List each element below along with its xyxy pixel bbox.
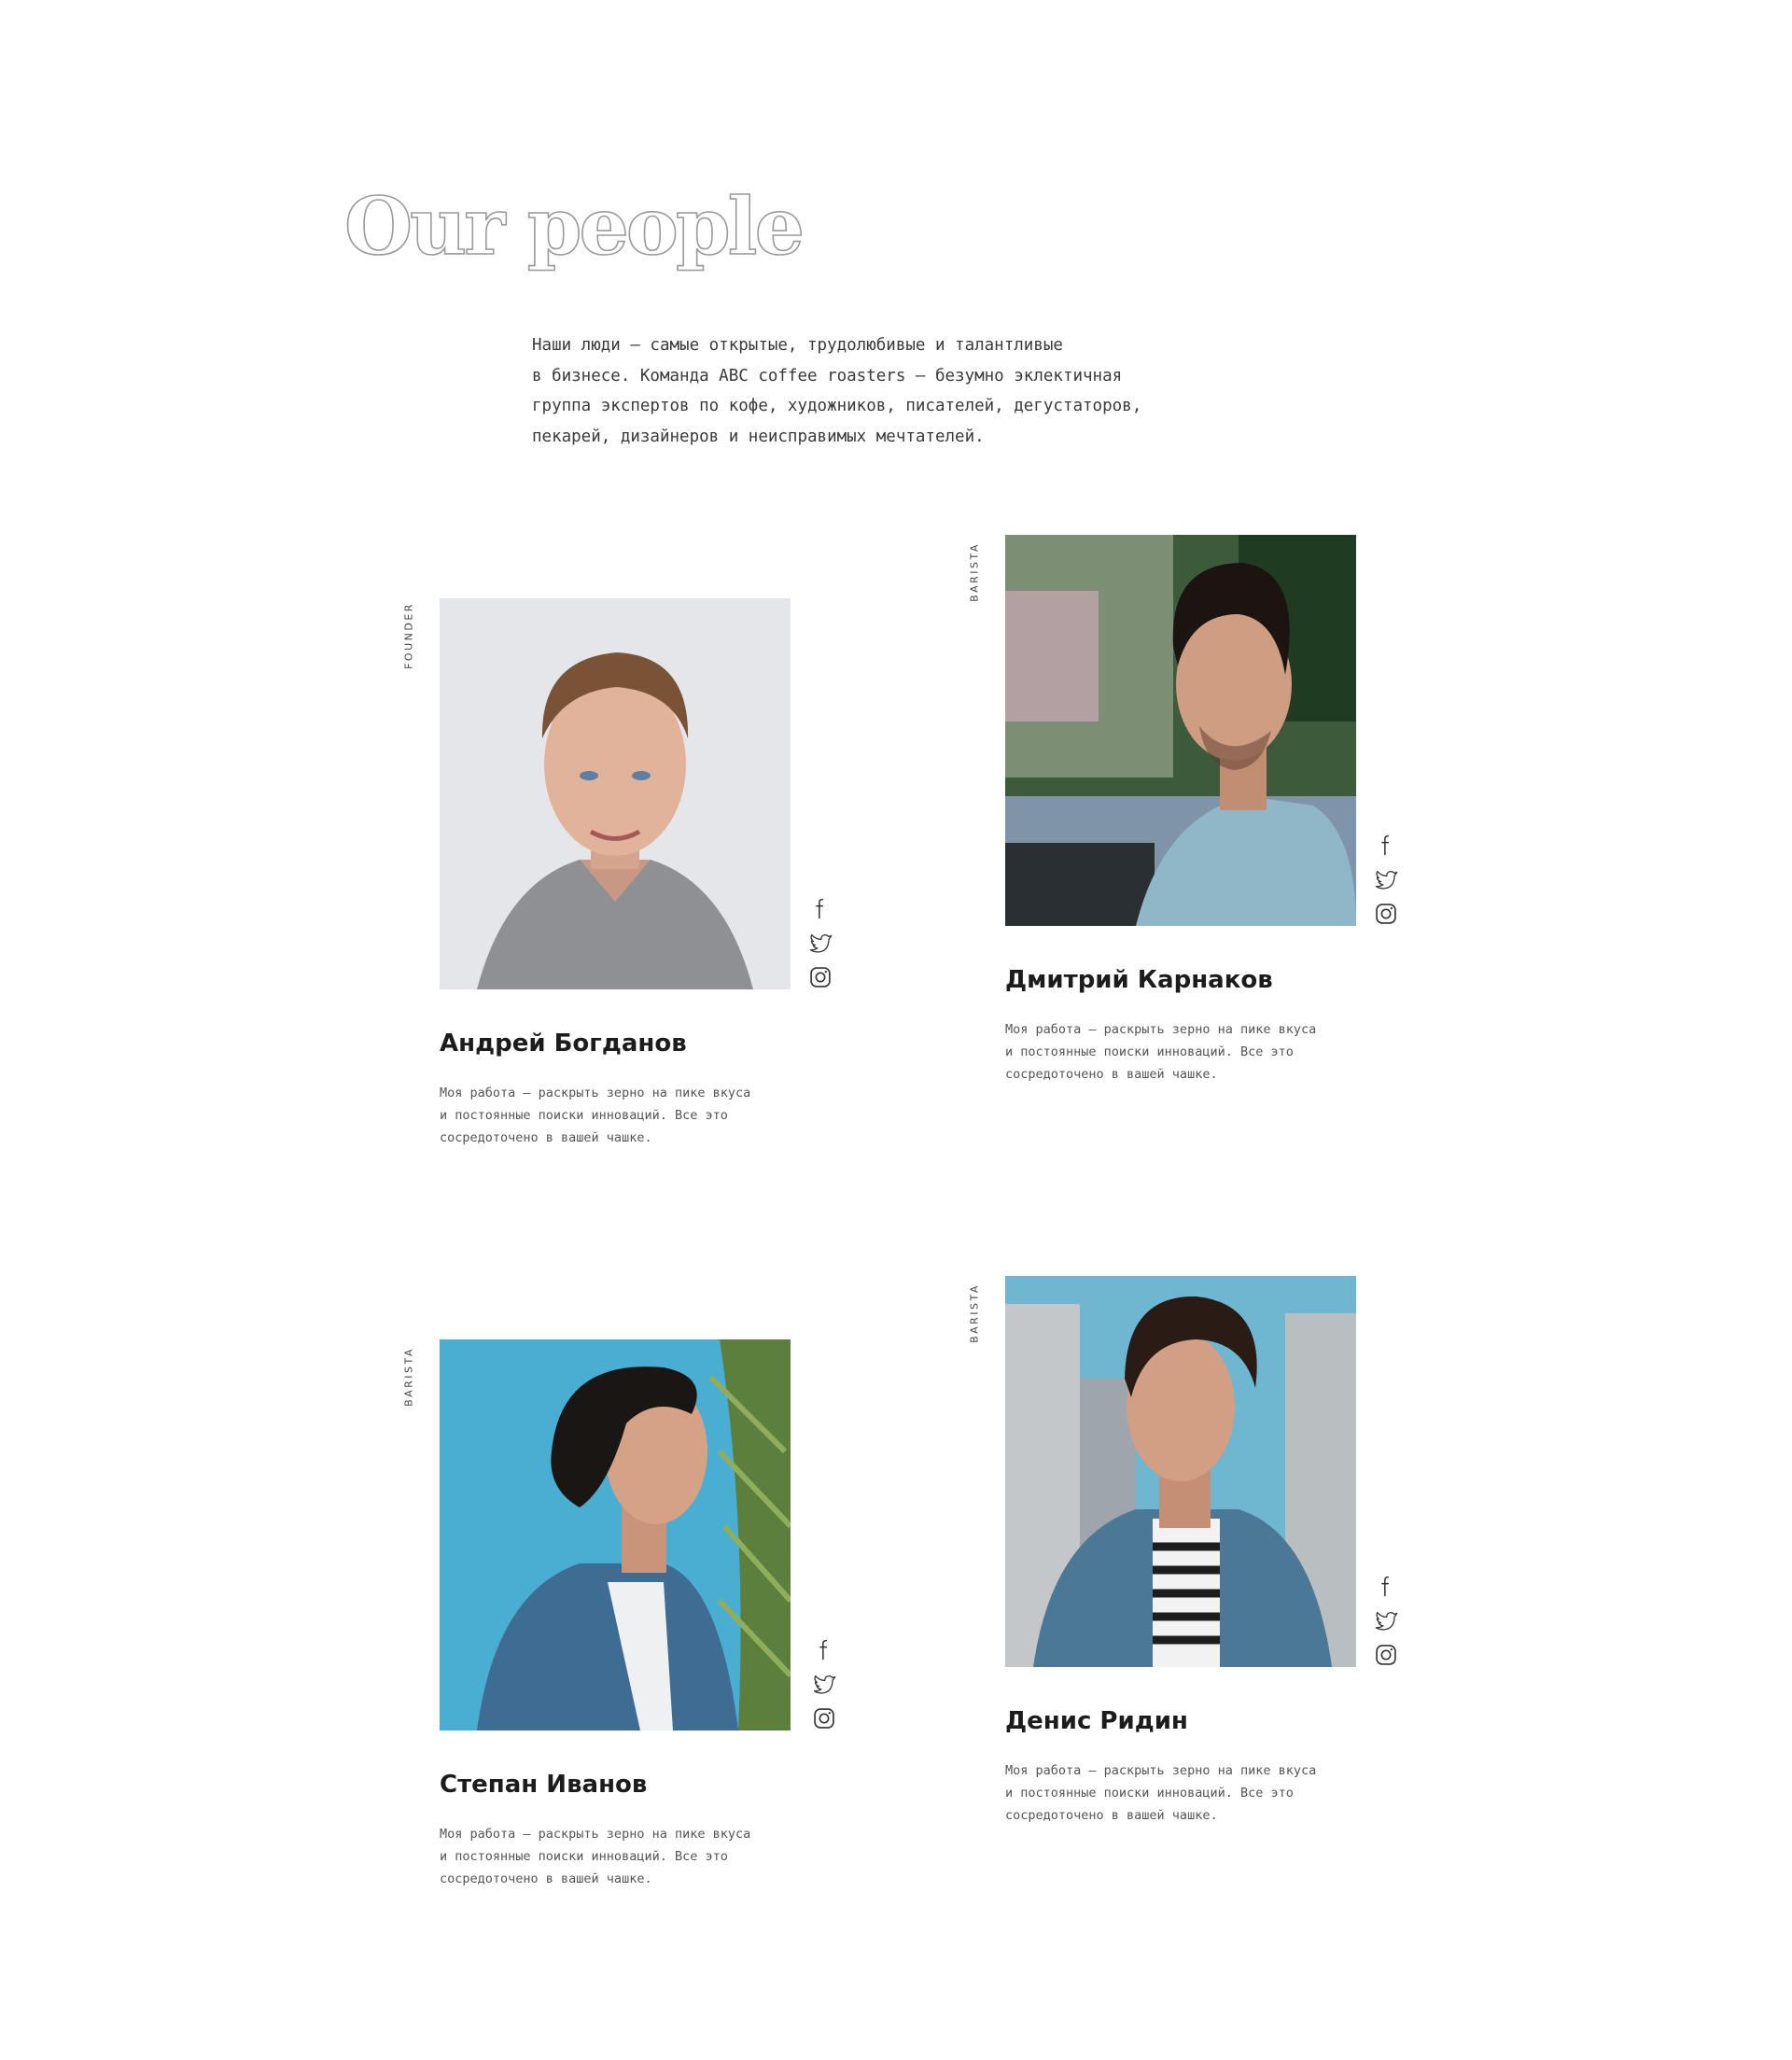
member-name: Денис Ридин: [1005, 1707, 1188, 1735]
social-links: [811, 1636, 843, 1740]
instagram-icon[interactable]: [811, 1705, 837, 1731]
social-links: [1373, 832, 1405, 935]
instagram-icon[interactable]: [1373, 901, 1399, 927]
member-name: Дмитрий Карнаков: [1005, 966, 1273, 994]
member-bio: Моя работа — раскрыть зерно на пике вкус…: [440, 1827, 751, 1886]
member-bio: Моя работа — раскрыть зерно на пике вкус…: [440, 1086, 751, 1145]
section-title: Our people: [343, 180, 805, 273]
our-people-page: Our people Наши люди — самые открытые, т…: [0, 0, 1792, 2060]
twitter-icon[interactable]: [807, 930, 833, 956]
intro-line: в бизнесе. Команда ABC coffee roasters —…: [532, 366, 1123, 385]
member-name: Андрей Богданов: [440, 1030, 687, 1058]
member-bio: Моя работа — раскрыть зерно на пике вкус…: [1005, 1022, 1317, 1082]
member-photo: [440, 1339, 791, 1731]
social-links: [1373, 1573, 1405, 1676]
member-photo: [1005, 1276, 1356, 1667]
team-card-andrey: FOUNDER Андрей Богданов Моя работа — рас…: [403, 598, 925, 1177]
social-links: [807, 895, 839, 999]
intro-line: пекарей, дизайнеров и неисправимых мечта…: [532, 427, 985, 446]
team-card-denis: BARISTA Денис Ридин Моя работа — раскрыт…: [969, 1276, 1491, 1855]
twitter-icon[interactable]: [1373, 866, 1399, 892]
twitter-icon[interactable]: [811, 1671, 837, 1697]
member-photo: [1005, 535, 1356, 926]
facebook-icon[interactable]: [1373, 1573, 1399, 1599]
team-card-stepan: BARISTA Степан Иванов Моя работа — раскр…: [403, 1339, 925, 1918]
intro-line: группа экспертов по кофе, художников, пи…: [532, 397, 1142, 415]
role-label: FOUNDER: [402, 602, 415, 669]
facebook-icon[interactable]: [1373, 832, 1399, 858]
member-bio: Моя работа — раскрыть зерно на пике вкус…: [1005, 1763, 1317, 1823]
twitter-icon[interactable]: [1373, 1607, 1399, 1633]
instagram-icon[interactable]: [807, 964, 833, 990]
role-label: BARISTA: [968, 1283, 981, 1343]
section-intro: Наши люди — самые открытые, трудолюбивые…: [532, 330, 1204, 452]
intro-line: Наши люди — самые открытые, трудолюбивые…: [532, 336, 1063, 355]
team-card-dmitry: BARISTA Дмитрий Карнаков Моя работа — ра…: [969, 535, 1491, 1114]
role-label: BARISTA: [968, 542, 981, 602]
instagram-icon[interactable]: [1373, 1642, 1399, 1668]
facebook-icon[interactable]: [811, 1636, 837, 1662]
role-label: BARISTA: [402, 1347, 415, 1407]
facebook-icon[interactable]: [807, 895, 833, 921]
member-photo: [440, 598, 791, 989]
member-name: Степан Иванов: [440, 1771, 648, 1799]
